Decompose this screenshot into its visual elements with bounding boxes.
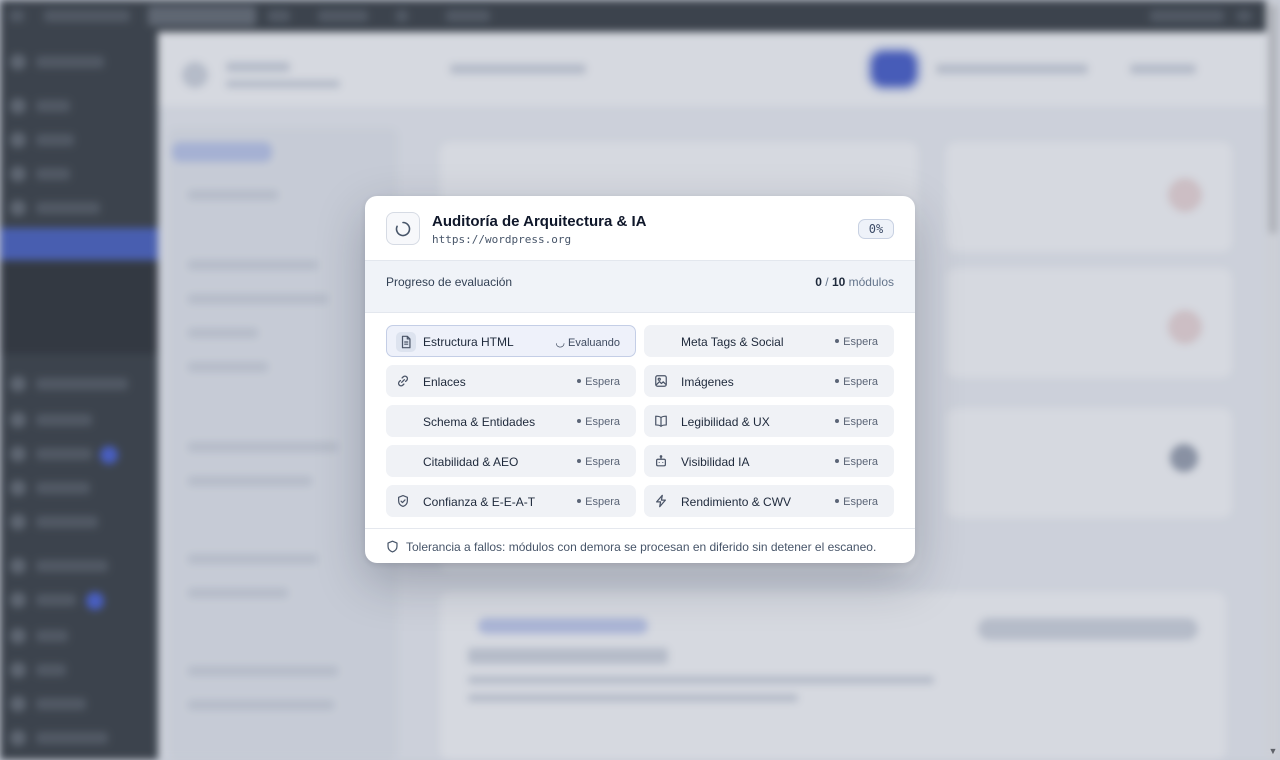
progress-count: 0 / 10 módulos (815, 275, 894, 289)
module-status-text: Evaluando (568, 337, 620, 349)
module-status: Espera (577, 376, 620, 388)
module-status: Espera (835, 456, 878, 468)
module-status: Espera (835, 376, 878, 388)
module-status: Espera (577, 456, 620, 468)
status-dot-icon (577, 419, 582, 423)
module-status: Espera (577, 496, 620, 508)
status-dot-icon (835, 419, 840, 423)
module-status: ◡ Evaluando (555, 336, 620, 349)
module-status-text: Espera (585, 456, 620, 468)
module-name: Citabilidad & AEO (423, 455, 519, 469)
module-meta-tags: Meta Tags & Social Espera (644, 325, 894, 357)
progress-done: 0 (815, 275, 822, 289)
status-dot-icon (835, 339, 840, 343)
loading-spinner-icon (386, 212, 420, 245)
bot-icon (654, 454, 670, 470)
module-status: Espera (835, 336, 878, 348)
audit-modal: Auditoría de Arquitectura & IA https://w… (365, 196, 915, 563)
module-name: Estructura HTML (423, 335, 514, 349)
book-icon (654, 414, 670, 430)
module-name: Meta Tags & Social (681, 335, 784, 349)
module-status: Espera (577, 416, 620, 428)
progress-percent-badge: 0% (858, 219, 894, 239)
module-confianza: Confianza & E-E-A-T Espera (386, 485, 636, 517)
module-name: Legibilidad & UX (681, 415, 770, 429)
modal-header: Auditoría de Arquitectura & IA https://w… (365, 196, 915, 260)
image-icon (654, 374, 670, 390)
modal-url: https://wordpress.org (432, 233, 572, 246)
module-status-text: Espera (585, 416, 620, 428)
module-status-text: Espera (843, 376, 878, 388)
progress-separator: / (821, 275, 832, 289)
module-status-text: Espera (585, 376, 620, 388)
module-legibilidad: Legibilidad & UX Espera (644, 405, 894, 437)
module-rendimiento: Rendimiento & CWV Espera (644, 485, 894, 517)
module-status-text: Espera (843, 496, 878, 508)
module-status-text: Espera (585, 496, 620, 508)
status-dot-icon (835, 379, 840, 383)
module-status-text: Espera (843, 456, 878, 468)
shield-icon (386, 540, 399, 553)
status-dot-icon (835, 459, 840, 463)
module-name: Confianza & E-E-A-T (423, 495, 536, 509)
status-dot-icon (835, 499, 840, 503)
module-visibilidad-ia: Visibilidad IA Espera (644, 445, 894, 477)
module-citabilidad: Citabilidad & AEO Espera (386, 445, 636, 477)
progress-total: 10 (831, 275, 846, 289)
status-dot-icon (577, 459, 582, 463)
module-name: Schema & Entidades (423, 415, 536, 429)
modal-footer: Tolerancia a fallos: módulos con demora … (365, 528, 915, 563)
module-status: Espera (835, 416, 878, 428)
module-name: Enlaces (423, 375, 466, 389)
progress-label: Progreso de evaluación (386, 275, 513, 289)
status-dot-icon (577, 499, 582, 503)
footer-note: Tolerancia a fallos: módulos con demora … (406, 540, 877, 554)
module-name: Rendimiento & CWV (681, 495, 792, 509)
module-name: Imágenes (681, 375, 734, 389)
module-status-text: Espera (843, 416, 878, 428)
modules-grid: Estructura HTML ◡ Evaluando Meta Tags & … (386, 325, 894, 517)
progress-unit: módulos (845, 275, 894, 289)
document-icon (396, 332, 416, 352)
loading-spinner-icon: ◡ (555, 337, 568, 349)
modal-title: Auditoría de Arquitectura & IA (432, 213, 647, 230)
module-enlaces: Enlaces Espera (386, 365, 636, 397)
loading-spinner-icon (395, 221, 411, 237)
module-name: Visibilidad IA (681, 455, 750, 469)
module-estructura-html: Estructura HTML ◡ Evaluando (386, 325, 636, 357)
shield-check-icon (396, 494, 412, 510)
module-schema: Schema & Entidades Espera (386, 405, 636, 437)
module-status: Espera (835, 496, 878, 508)
status-dot-icon (577, 379, 582, 383)
link-icon (396, 374, 412, 390)
module-status-text: Espera (843, 336, 878, 348)
module-imagenes: Imágenes Espera (644, 365, 894, 397)
progress-section: Progreso de evaluación 0 / 10 módulos (365, 260, 915, 313)
lightning-icon (654, 494, 670, 510)
